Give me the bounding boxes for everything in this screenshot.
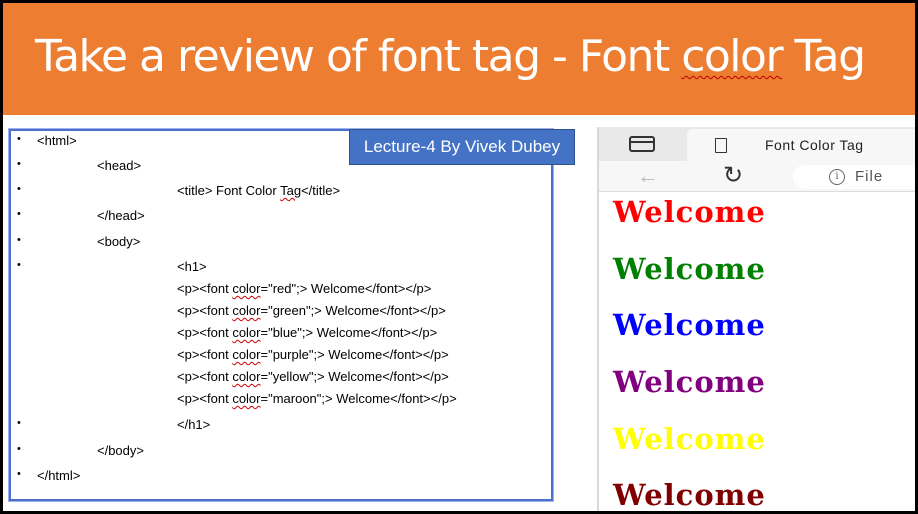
code-font-pre: <p><font (177, 325, 233, 340)
back-arrow-icon[interactable]: ← (637, 163, 659, 189)
code-font-pre: <p><font (177, 347, 233, 362)
code-font-pre: <p><font (177, 303, 233, 318)
code-title-a: <title> Font Color (177, 183, 281, 198)
tab-title: Font Color Tag (765, 137, 864, 153)
address-text: File (855, 168, 884, 185)
bullet: • (17, 259, 21, 271)
slide-title-part1: Take a review of font tag - Font (35, 31, 682, 82)
tab-bar: Font Color Tag (599, 127, 915, 161)
slide-title-part3: Tag (782, 31, 867, 82)
code-font-pre: <p><font (177, 281, 233, 296)
code-head-close: </head> (97, 208, 145, 223)
address-bar[interactable]: i File (793, 165, 915, 189)
code-title-b: Tag (280, 183, 302, 198)
nav-bar: ← ↻ i File (599, 161, 915, 192)
code-box: • <html> • <head> • <title> Font Color T… (9, 129, 553, 501)
code-font-post: ="purple";> Welcome</font></p> (260, 347, 449, 362)
code-font-attr: color (232, 347, 261, 362)
code-font-line-yellow: <p><font color="yellow";> Welcome</font>… (177, 369, 449, 384)
welcome-text-purple: Welcome (613, 365, 766, 399)
bullet: • (17, 417, 21, 429)
code-title-c: </title> (301, 183, 341, 198)
code-h1-close: </h1> (177, 417, 211, 432)
document-icon (715, 138, 727, 153)
code-font-line-maroon: <p><font color="maroon";> Welcome</font>… (177, 391, 457, 406)
tab-font-color-tag[interactable]: Font Color Tag (687, 129, 915, 161)
welcome-text-blue: Welcome (613, 308, 766, 342)
code-font-post: ="red";> Welcome</font></p> (260, 281, 432, 296)
lecture-badge: Lecture-4 By Vivek Dubey (349, 129, 575, 165)
code-body-open: <body> (97, 234, 141, 249)
code-font-line-purple: <p><font color="purple";> Welcome</font>… (177, 347, 449, 362)
code-font-attr: color (232, 325, 261, 340)
slide-title-part2: color (681, 31, 783, 82)
bullet: • (17, 158, 21, 170)
browser-window: Font Color Tag ← ↻ i File Welcome Welcom… (597, 127, 915, 511)
bullet: • (17, 443, 21, 455)
bullet: • (17, 468, 21, 480)
welcome-text-red: Welcome (613, 195, 766, 229)
code-html-close: </html> (37, 468, 81, 483)
welcome-text-yellow: Welcome (613, 422, 766, 456)
code-font-post: ="green";> Welcome</font></p> (260, 303, 446, 318)
slide: Take a review of font tag - Font color T… (3, 3, 915, 511)
title-banner: Take a review of font tag - Font color T… (3, 3, 915, 115)
code-font-post: ="blue";> Welcome</font></p> (260, 325, 438, 340)
code-font-attr: color (232, 391, 261, 406)
info-icon[interactable]: i (829, 169, 845, 185)
code-font-attr: color (232, 369, 261, 384)
bullet: • (17, 208, 21, 220)
welcome-text-maroon: Welcome (613, 478, 766, 511)
bullet: • (17, 183, 21, 195)
code-font-line-green: <p><font color="green";> Welcome</font><… (177, 303, 446, 318)
reload-icon[interactable]: ↻ (723, 161, 743, 190)
bullet: • (17, 133, 21, 145)
code-html-open: <html> (37, 133, 77, 148)
code-h1-open: <h1> (177, 259, 207, 274)
code-body-close: </body> (97, 443, 144, 458)
tab-sidebar-icon[interactable] (629, 136, 655, 152)
code-font-pre: <p><font (177, 391, 233, 406)
code-font-pre: <p><font (177, 369, 233, 384)
bullet: • (17, 234, 21, 246)
code-font-line-blue: <p><font color="blue";> Welcome</font></… (177, 325, 437, 340)
code-font-line-red: <p><font color="red";> Welcome</font></p… (177, 281, 431, 296)
slide-title: Take a review of font tag - Font color T… (35, 31, 867, 82)
welcome-text-green: Welcome (613, 252, 766, 286)
code-font-attr: color (232, 303, 261, 318)
code-head-open: <head> (97, 158, 142, 173)
code-font-post: ="maroon";> Welcome</font></p> (260, 391, 457, 406)
code-font-attr: color (232, 281, 261, 296)
code-font-post: ="yellow";> Welcome</font></p> (260, 369, 449, 384)
code-title-line: <title> Font Color Tag</title> (177, 183, 340, 198)
